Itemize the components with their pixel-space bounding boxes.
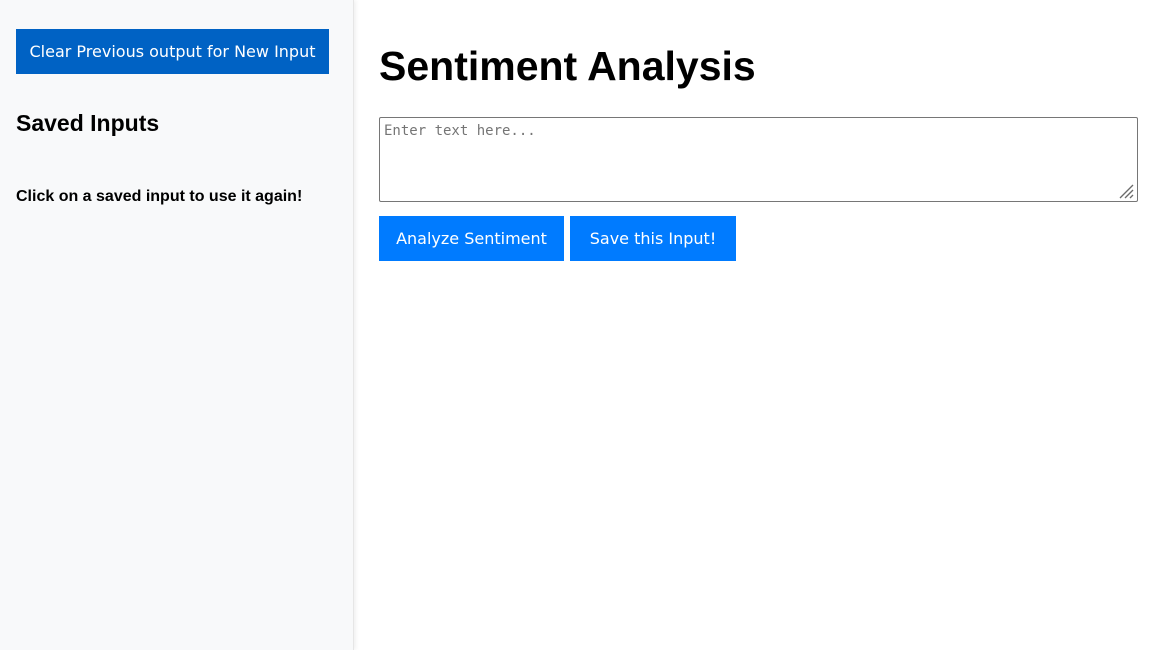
analyze-sentiment-button[interactable]: Analyze Sentiment bbox=[379, 216, 564, 261]
saved-inputs-heading: Saved Inputs bbox=[16, 110, 160, 136]
saved-inputs-hint: Click on a saved input to use it again! bbox=[16, 188, 303, 205]
sentiment-text-input[interactable] bbox=[379, 117, 1138, 202]
clear-output-button[interactable]: Clear Previous output for New Input bbox=[16, 29, 329, 74]
page-title: Sentiment Analysis bbox=[379, 43, 756, 89]
save-input-button[interactable]: Save this Input! bbox=[570, 216, 736, 261]
sidebar: Clear Previous output for New Input Save… bbox=[0, 0, 354, 650]
resize-grip-icon[interactable] bbox=[1117, 182, 1134, 199]
